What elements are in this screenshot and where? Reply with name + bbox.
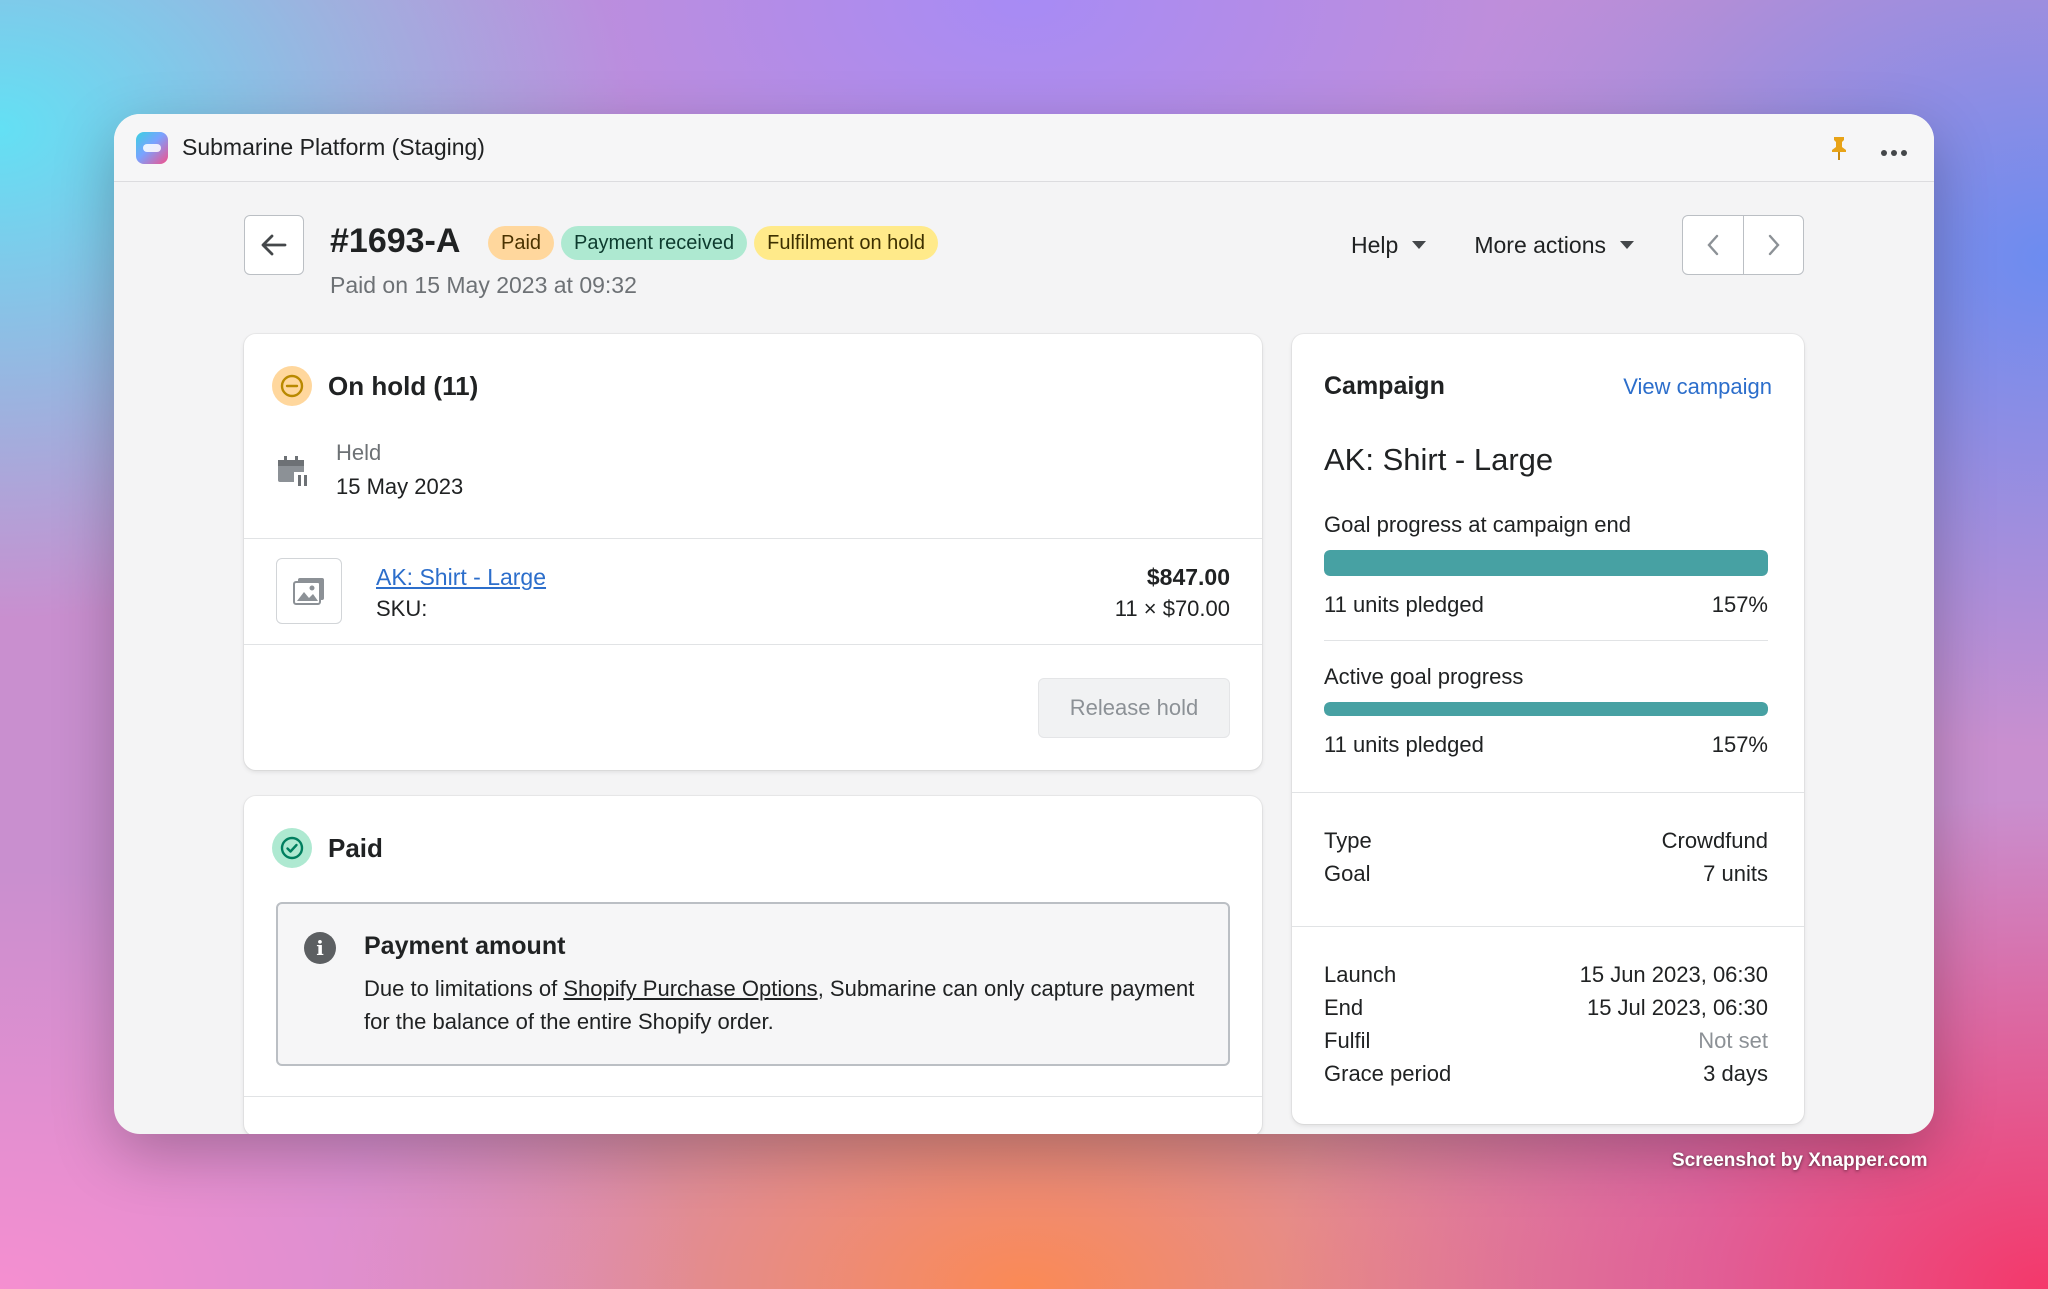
fulfilment-on-hold-badge: Fulfilment on hold — [754, 226, 938, 260]
minus-circle-icon — [272, 366, 312, 406]
calendar-hold-icon — [278, 456, 310, 488]
line-item: AK: Shirt - Large SKU: $847.00 11 × $70.… — [276, 558, 1230, 624]
goal-end-progress-bar — [1324, 550, 1768, 576]
schedule-key: Launch — [1324, 962, 1397, 987]
schedule-value: 3 days — [1703, 1061, 1768, 1086]
held-label: Held — [336, 440, 382, 465]
app-logo-icon — [136, 131, 168, 164]
active-goal-units: 11 units pledged — [1324, 732, 1484, 757]
title-bar: Submarine Platform (Staging) — [114, 114, 1934, 182]
divider — [1292, 792, 1804, 793]
next-order-button[interactable] — [1743, 216, 1803, 274]
previous-order-button[interactable] — [1683, 216, 1743, 274]
on-hold-title: On hold (11) — [328, 370, 479, 401]
app-window: Submarine Platform (Staging) #1693-A Pai… — [114, 114, 1934, 1134]
watermark: Screenshot by Xnapper.com — [1672, 1150, 1928, 1171]
more-actions-button[interactable]: More actions — [1474, 232, 1634, 259]
arrow-left-icon — [261, 234, 287, 256]
active-goal-progress-bar — [1324, 702, 1768, 716]
paid-badge: Paid — [488, 226, 555, 260]
help-label: Help — [1351, 231, 1399, 258]
schedule-key: Fulfil — [1324, 1028, 1371, 1053]
campaign-name: AK: Shirt - Large — [1324, 442, 1554, 477]
banner-body: Due to limitations of Shopify Purchase O… — [364, 972, 1204, 1038]
pagination — [1682, 215, 1804, 275]
window-title: Submarine Platform (Staging) — [182, 134, 485, 160]
goal-end-progress-fill — [1324, 550, 1768, 576]
campaign-card: Campaign View campaign AK: Shirt - Large… — [1292, 334, 1804, 1124]
image-placeholder-icon — [293, 578, 324, 605]
check-circle-icon — [272, 828, 312, 868]
status-badges: Paid Payment received Fulfilment on hold — [488, 226, 938, 260]
order-number: #1693-A — [330, 222, 461, 260]
chevron-left-icon — [1707, 234, 1719, 256]
schedule-row-end: End 15 Jul 2023, 06:30 — [1324, 995, 1768, 1021]
divider — [244, 1096, 1262, 1097]
page-header: #1693-A Paid Payment received Fulfilment… — [244, 182, 1804, 322]
back-button[interactable] — [244, 215, 304, 275]
detail-row-goal: Goal 7 units — [1324, 861, 1768, 887]
payment-amount-banner: i Payment amount Due to limitations of S… — [276, 902, 1230, 1066]
divider — [244, 644, 1262, 645]
schedule-row-grace-period: Grace period 3 days — [1324, 1061, 1768, 1087]
detail-value: Crowdfund — [1661, 828, 1768, 853]
schedule-row-fulfil: Fulfil Not set — [1324, 1028, 1768, 1054]
chevron-right-icon — [1768, 234, 1780, 256]
paid-card: Paid i Payment amount Due to limitations… — [244, 796, 1262, 1134]
active-goal-label: Active goal progress — [1324, 664, 1524, 689]
held-date: 15 May 2023 — [336, 474, 464, 499]
item-quantity-price: 11 × $70.00 — [1114, 596, 1230, 621]
more-actions-label: More actions — [1474, 231, 1606, 258]
schedule-value: 15 Jul 2023, 06:30 — [1586, 995, 1768, 1020]
campaign-title: Campaign — [1324, 372, 1445, 400]
goal-end-percent: 157% — [1711, 592, 1768, 617]
schedule-key: End — [1324, 995, 1364, 1020]
main-content: #1693-A Paid Payment received Fulfilment… — [244, 182, 1804, 1134]
pin-icon[interactable] — [1828, 135, 1850, 161]
sku-label: SKU: — [376, 596, 428, 621]
product-link[interactable]: AK: Shirt - Large — [376, 564, 546, 591]
shopify-purchase-options-link[interactable]: Shopify Purchase Options — [563, 976, 817, 1001]
caret-down-icon — [1620, 241, 1634, 249]
paid-title: Paid — [328, 832, 383, 863]
info-icon: i — [304, 932, 336, 964]
banner-text: Due to limitations of — [364, 976, 564, 1001]
goal-end-stats: 11 units pledged 157% — [1324, 592, 1768, 618]
active-goal-percent: 157% — [1711, 732, 1768, 757]
detail-value: 7 units — [1703, 861, 1768, 886]
schedule-key: Grace period — [1324, 1061, 1452, 1086]
schedule-value: Not set — [1698, 1028, 1768, 1053]
divider — [1292, 926, 1804, 927]
schedule-row-launch: Launch 15 Jun 2023, 06:30 — [1324, 962, 1768, 988]
detail-key: Goal — [1324, 861, 1371, 886]
product-thumbnail — [276, 558, 342, 624]
item-total: $847.00 — [1146, 564, 1230, 590]
order-subtitle: Paid on 15 May 2023 at 09:32 — [330, 272, 637, 298]
divider — [1324, 640, 1768, 641]
payment-received-badge: Payment received — [561, 226, 748, 260]
active-goal-stats: 11 units pledged 157% — [1324, 732, 1768, 758]
more-dots-icon[interactable] — [1880, 135, 1908, 161]
goal-end-label: Goal progress at campaign end — [1324, 512, 1631, 537]
help-menu-button[interactable]: Help — [1351, 231, 1427, 259]
goal-end-units: 11 units pledged — [1324, 592, 1484, 617]
schedule-value: 15 Jun 2023, 06:30 — [1579, 962, 1768, 987]
banner-title: Payment amount — [364, 932, 566, 960]
divider — [244, 538, 1262, 539]
detail-row-type: Type Crowdfund — [1324, 828, 1768, 854]
on-hold-card: On hold (11) Held 15 May 2023 AK: Shirt … — [244, 334, 1262, 770]
view-campaign-link[interactable]: View campaign — [1623, 374, 1772, 400]
release-hold-button[interactable]: Release hold — [1038, 678, 1230, 738]
active-goal-progress-fill — [1324, 702, 1768, 716]
detail-key: Type — [1324, 828, 1372, 853]
caret-down-icon — [1412, 241, 1427, 249]
